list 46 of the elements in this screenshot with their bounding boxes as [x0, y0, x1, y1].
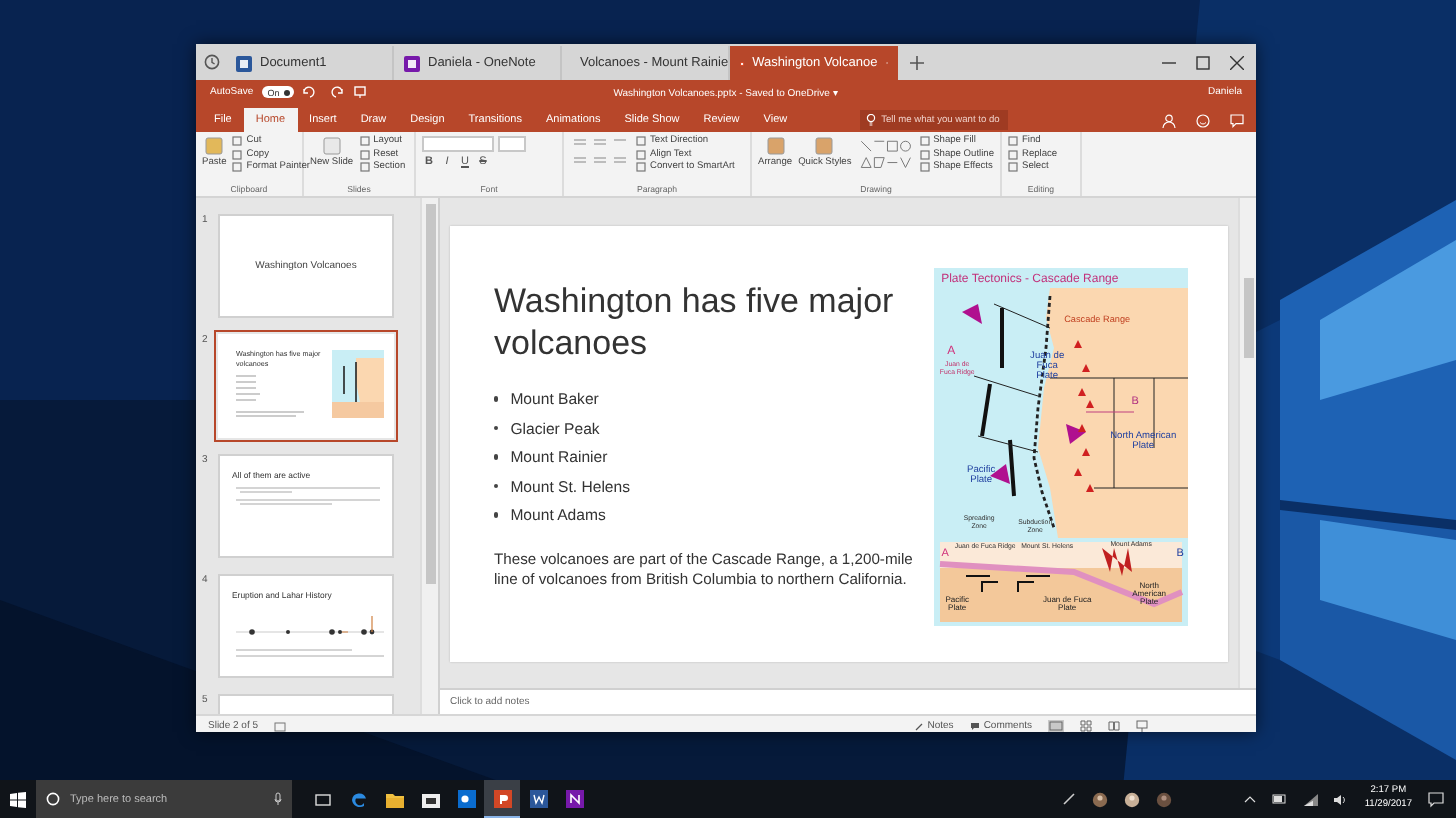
network-icon[interactable]: [1304, 793, 1319, 805]
battery-icon[interactable]: [1272, 794, 1289, 804]
comment-icon: [969, 721, 980, 731]
font-size-field[interactable]: [498, 136, 526, 152]
new-tab-icon[interactable]: [910, 56, 924, 70]
bullet-icon: [494, 454, 499, 460]
microphone-icon[interactable]: [274, 792, 282, 806]
maximize-icon[interactable]: [1196, 55, 1210, 69]
close-icon[interactable]: [1230, 55, 1244, 69]
pencil-icon: [913, 721, 924, 731]
bullet-icon: [494, 396, 499, 402]
command-icon: [814, 136, 835, 156]
scrollbar-thumb[interactable]: [1243, 278, 1253, 358]
avatar-icon[interactable]: [1156, 791, 1173, 807]
pen-icon[interactable]: [1062, 792, 1077, 806]
avatar-icon[interactable]: [1124, 791, 1141, 807]
undo-icon[interactable]: [301, 86, 320, 98]
map-thumbnail-drawing: [332, 350, 384, 418]
chevron-up-icon[interactable]: [1244, 794, 1257, 804]
font-name-field[interactable]: [422, 136, 494, 152]
powerpoint-icon[interactable]: [484, 780, 520, 818]
bullet-icon: [494, 483, 499, 489]
bullet-icon: [494, 512, 499, 518]
cortana-icon: [46, 792, 60, 806]
smiley-icon[interactable]: [1196, 113, 1210, 127]
grid-view-icon[interactable]: [1080, 720, 1092, 732]
reading-view-icon[interactable]: [1108, 720, 1120, 732]
scrollbar-thumb[interactable]: [425, 204, 435, 584]
app-icon: [236, 55, 252, 71]
app-icon: [404, 55, 420, 71]
bullet-icon: [494, 425, 499, 431]
slideshow-icon[interactable]: [1136, 720, 1148, 732]
history-icon[interactable]: [203, 54, 219, 70]
lightbulb-icon: [865, 114, 876, 126]
volume-icon[interactable]: [1334, 793, 1349, 805]
windows-start-icon[interactable]: [10, 791, 26, 807]
person-icon[interactable]: [1162, 113, 1176, 127]
comment-icon[interactable]: [1230, 113, 1244, 127]
avatar-icon[interactable]: [1092, 791, 1109, 807]
notification-icon[interactable]: [1428, 791, 1444, 807]
redo-icon[interactable]: [327, 86, 346, 98]
command-icon: [204, 136, 225, 156]
spellcheck-icon[interactable]: [274, 721, 287, 731]
command-icon: [765, 136, 786, 156]
slide-title: Washington has five major volcanoes: [494, 280, 896, 364]
text-lines-drawing: [236, 372, 308, 421]
